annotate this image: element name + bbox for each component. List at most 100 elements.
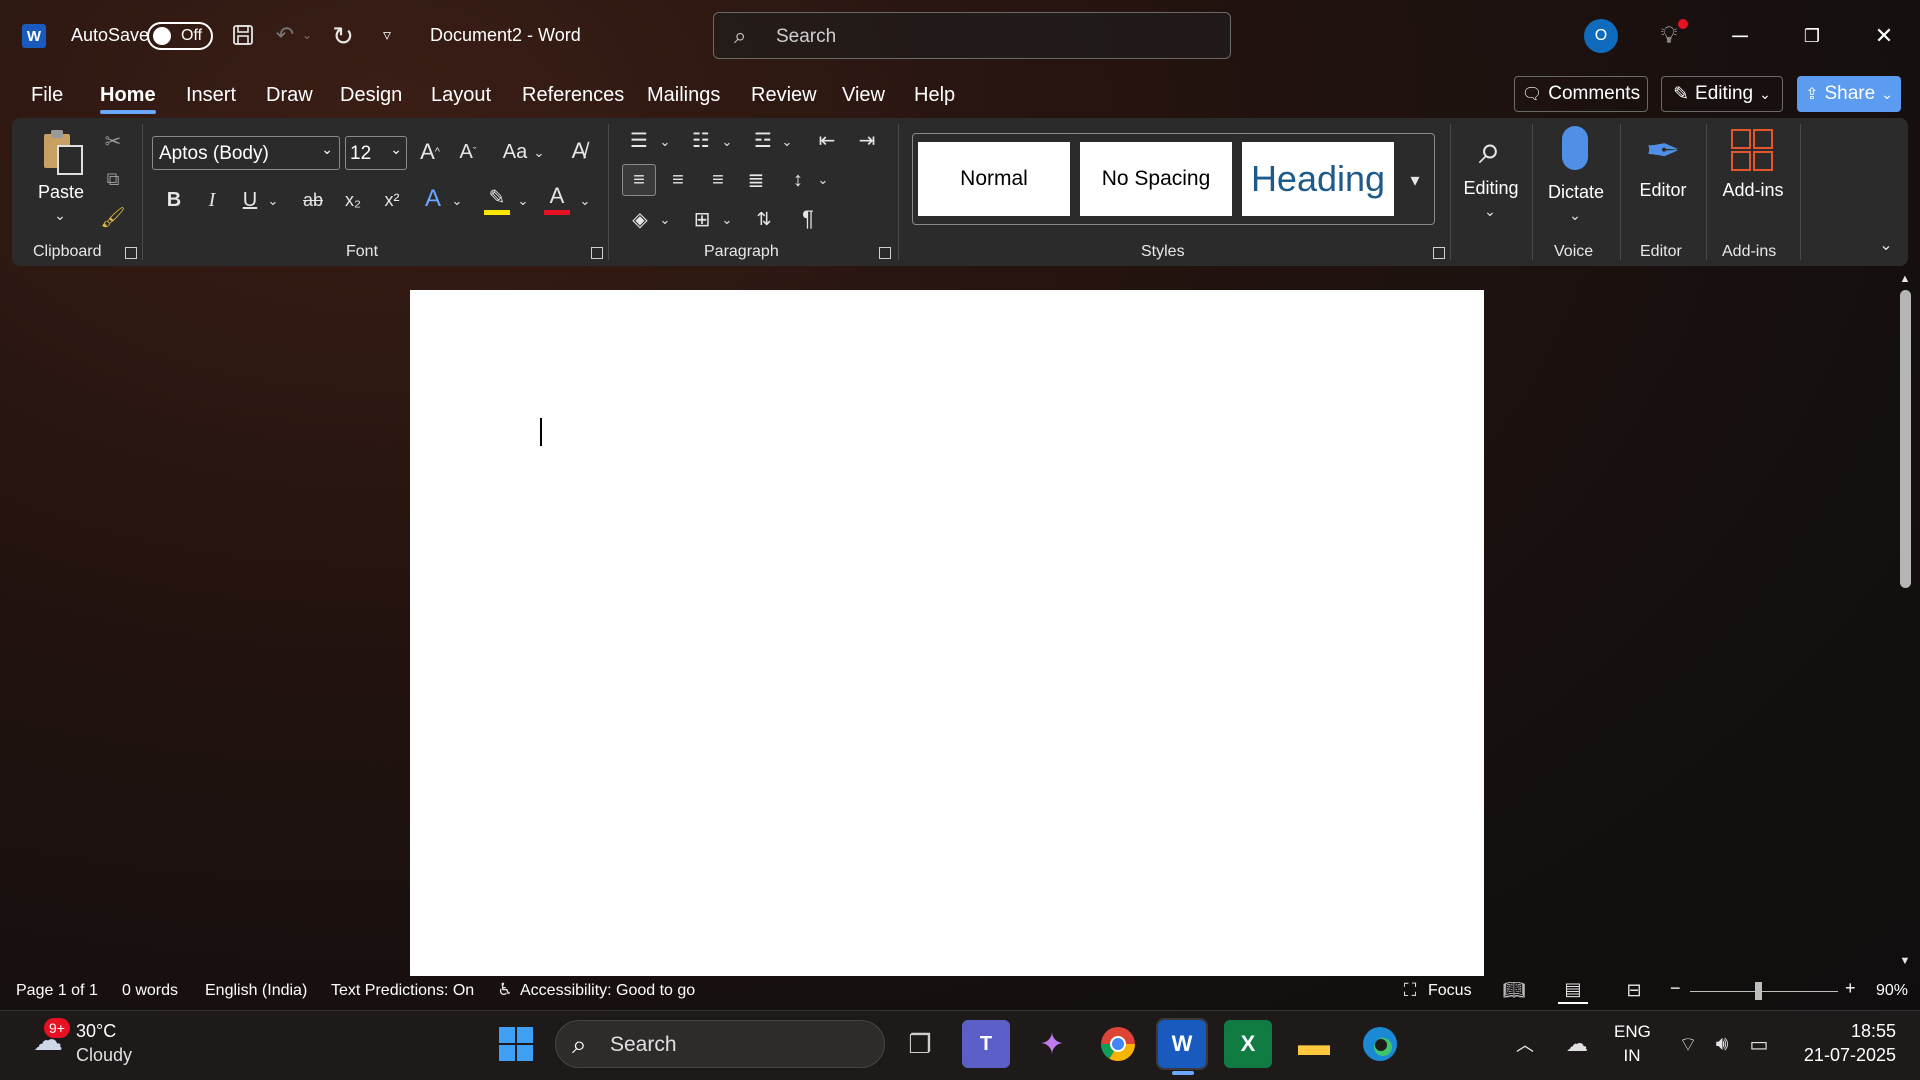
chevron-down-icon[interactable]: ⌄ (516, 190, 530, 212)
zoom-slider-track[interactable] (1690, 991, 1838, 992)
tab-layout[interactable]: Layout (431, 84, 491, 107)
underline-button[interactable]: U (236, 186, 264, 214)
add-ins-label[interactable]: Add-ins (1716, 180, 1790, 201)
comments-button[interactable]: 🗨︎ Comments (1514, 76, 1648, 112)
format-painter-icon[interactable]: 🖌︎ (100, 204, 126, 230)
minimize-icon[interactable]: ─ (1720, 18, 1760, 54)
battery-icon[interactable]: ▭ (1744, 1030, 1774, 1058)
shading-icon[interactable]: ◈ (624, 204, 656, 234)
scroll-up-icon[interactable]: ▲ (1898, 272, 1912, 286)
numbering-icon[interactable]: ☷ (686, 126, 716, 154)
language-indicator-bottom[interactable]: IN (1614, 1046, 1650, 1066)
teams-icon[interactable]: T (962, 1020, 1010, 1068)
highlight-pen-icon[interactable]: ✎ (482, 184, 512, 210)
subscript-button[interactable]: x₂ (338, 186, 368, 214)
zoom-slider-thumb[interactable] (1755, 982, 1762, 1000)
tab-mailings[interactable]: Mailings (647, 84, 720, 107)
chevron-down-icon[interactable]: ⌄ (532, 142, 546, 164)
style-heading[interactable]: Heading (1242, 142, 1394, 216)
chevron-down-icon[interactable]: ⌄ (720, 132, 734, 152)
text-effects-icon[interactable]: A (418, 184, 448, 214)
justify-icon[interactable]: ≣ (740, 164, 772, 196)
zoom-out-button[interactable]: − (1670, 978, 1681, 999)
wifi-icon[interactable]: ⌔ (1674, 1030, 1702, 1058)
file-explorer-icon[interactable]: ▬ (1290, 1020, 1338, 1068)
tab-file[interactable]: File (31, 84, 63, 107)
print-layout-icon[interactable]: ▤ (1558, 976, 1588, 1004)
dictate-label[interactable]: Dictate (1544, 182, 1608, 203)
tab-help[interactable]: Help (914, 84, 955, 107)
weather-desc[interactable]: Cloudy (76, 1045, 132, 1066)
copy-icon[interactable]: ⧉ (100, 166, 126, 192)
chrome-icon[interactable] (1094, 1020, 1142, 1068)
scroll-down-icon[interactable]: ▼ (1898, 954, 1912, 968)
read-mode-icon[interactable]: 📖︎ (1500, 978, 1528, 1002)
decrease-indent-icon[interactable]: ⇤ (812, 126, 842, 154)
language-indicator-top[interactable]: ENG (1614, 1022, 1651, 1042)
align-center-icon[interactable]: ≡ (662, 164, 694, 196)
style-no-spacing[interactable]: No Spacing (1080, 142, 1232, 216)
weather-temp[interactable]: 30°C (76, 1021, 116, 1042)
word-count[interactable]: 0 words (122, 982, 178, 1000)
cut-icon[interactable]: ✂ (100, 128, 126, 154)
close-icon[interactable]: ✕ (1864, 18, 1904, 54)
vertical-scrollbar-thumb[interactable] (1900, 290, 1911, 588)
font-color-icon[interactable]: A (542, 182, 572, 210)
chevron-down-icon[interactable]: ⌄ (50, 206, 70, 224)
share-button[interactable]: ⇪ Share ⌄ (1797, 76, 1901, 112)
line-spacing-icon[interactable]: ↕ (782, 164, 814, 196)
paragraph-launcher-icon[interactable] (879, 247, 891, 259)
chevron-down-icon[interactable]: ⌄ (658, 210, 672, 230)
show-hidden-icons-icon[interactable]: ︿ (1510, 1030, 1540, 1058)
chevron-down-icon[interactable]: ⌄ (1565, 206, 1585, 224)
excel-icon[interactable]: X (1224, 1020, 1272, 1068)
clock-time[interactable]: 18:55 (1800, 1021, 1896, 1042)
edge-icon[interactable] (1356, 1020, 1404, 1068)
bold-button[interactable]: B (160, 186, 188, 214)
tab-insert[interactable]: Insert (186, 84, 236, 107)
styles-more-icon[interactable]: ▾ (1400, 160, 1430, 200)
title-search-input[interactable]: ⌕ Search (713, 12, 1231, 59)
autosave-toggle[interactable]: Off (147, 22, 213, 50)
account-avatar[interactable]: O (1584, 19, 1618, 53)
language-status[interactable]: English (India) (205, 982, 307, 1000)
customize-toolbar-icon[interactable]: ▿ (376, 22, 398, 48)
word-taskbar-icon[interactable]: W (1156, 1018, 1208, 1070)
font-launcher-icon[interactable] (591, 247, 603, 259)
taskbar-search-input[interactable]: ⌕ Search (555, 1020, 885, 1068)
italic-button[interactable]: I (198, 186, 226, 214)
chevron-down-icon[interactable]: ⌄ (578, 190, 592, 212)
tab-draw[interactable]: Draw (266, 84, 313, 107)
add-ins-grid-icon[interactable] (1730, 128, 1774, 172)
zoom-in-button[interactable]: + (1845, 978, 1856, 999)
tab-home[interactable]: Home (100, 84, 156, 107)
collapse-ribbon-icon[interactable]: ⌄ (1874, 234, 1898, 256)
shrink-font-icon[interactable]: Aˇ (454, 138, 482, 166)
accessibility-status[interactable]: Accessibility: Good to go (520, 982, 695, 1000)
web-layout-icon[interactable]: ⊟ (1620, 978, 1648, 1002)
clock-date[interactable]: 21-07-2025 (1790, 1045, 1896, 1066)
superscript-button[interactable]: x² (377, 186, 407, 214)
show-paragraph-marks-icon[interactable]: ¶ (792, 204, 824, 234)
paste-label[interactable]: Paste (38, 182, 84, 203)
increase-indent-icon[interactable]: ⇥ (852, 126, 882, 154)
chevron-down-icon[interactable]: ⌄ (780, 132, 794, 152)
onedrive-icon[interactable]: ☁ (1560, 1030, 1594, 1058)
page-count[interactable]: Page 1 of 1 (16, 982, 98, 1000)
chevron-down-icon[interactable]: ⌄ (720, 210, 734, 230)
chevron-down-icon[interactable]: ⌄ (450, 190, 464, 212)
paste-icon[interactable] (38, 128, 88, 178)
align-left-icon[interactable]: ≡ (622, 164, 656, 196)
copilot-icon[interactable]: ✦ (1028, 1020, 1076, 1068)
editing-label[interactable]: Editing (1456, 178, 1526, 199)
align-right-icon[interactable]: ≡ (702, 164, 734, 196)
text-predictions-status[interactable]: Text Predictions: On (331, 982, 474, 1000)
restore-icon[interactable]: ❐ (1792, 18, 1832, 54)
task-view-icon[interactable]: ❐ (896, 1020, 944, 1068)
focus-icon[interactable]: ⛶ (1398, 978, 1422, 1002)
editor-label[interactable]: Editor (1634, 180, 1692, 201)
redo-icon[interactable]: ↻ (327, 20, 359, 52)
tab-view[interactable]: View (842, 84, 885, 107)
tab-review[interactable]: Review (751, 84, 817, 107)
font-size-dropdown[interactable]: 12 ⌄ (345, 136, 407, 170)
